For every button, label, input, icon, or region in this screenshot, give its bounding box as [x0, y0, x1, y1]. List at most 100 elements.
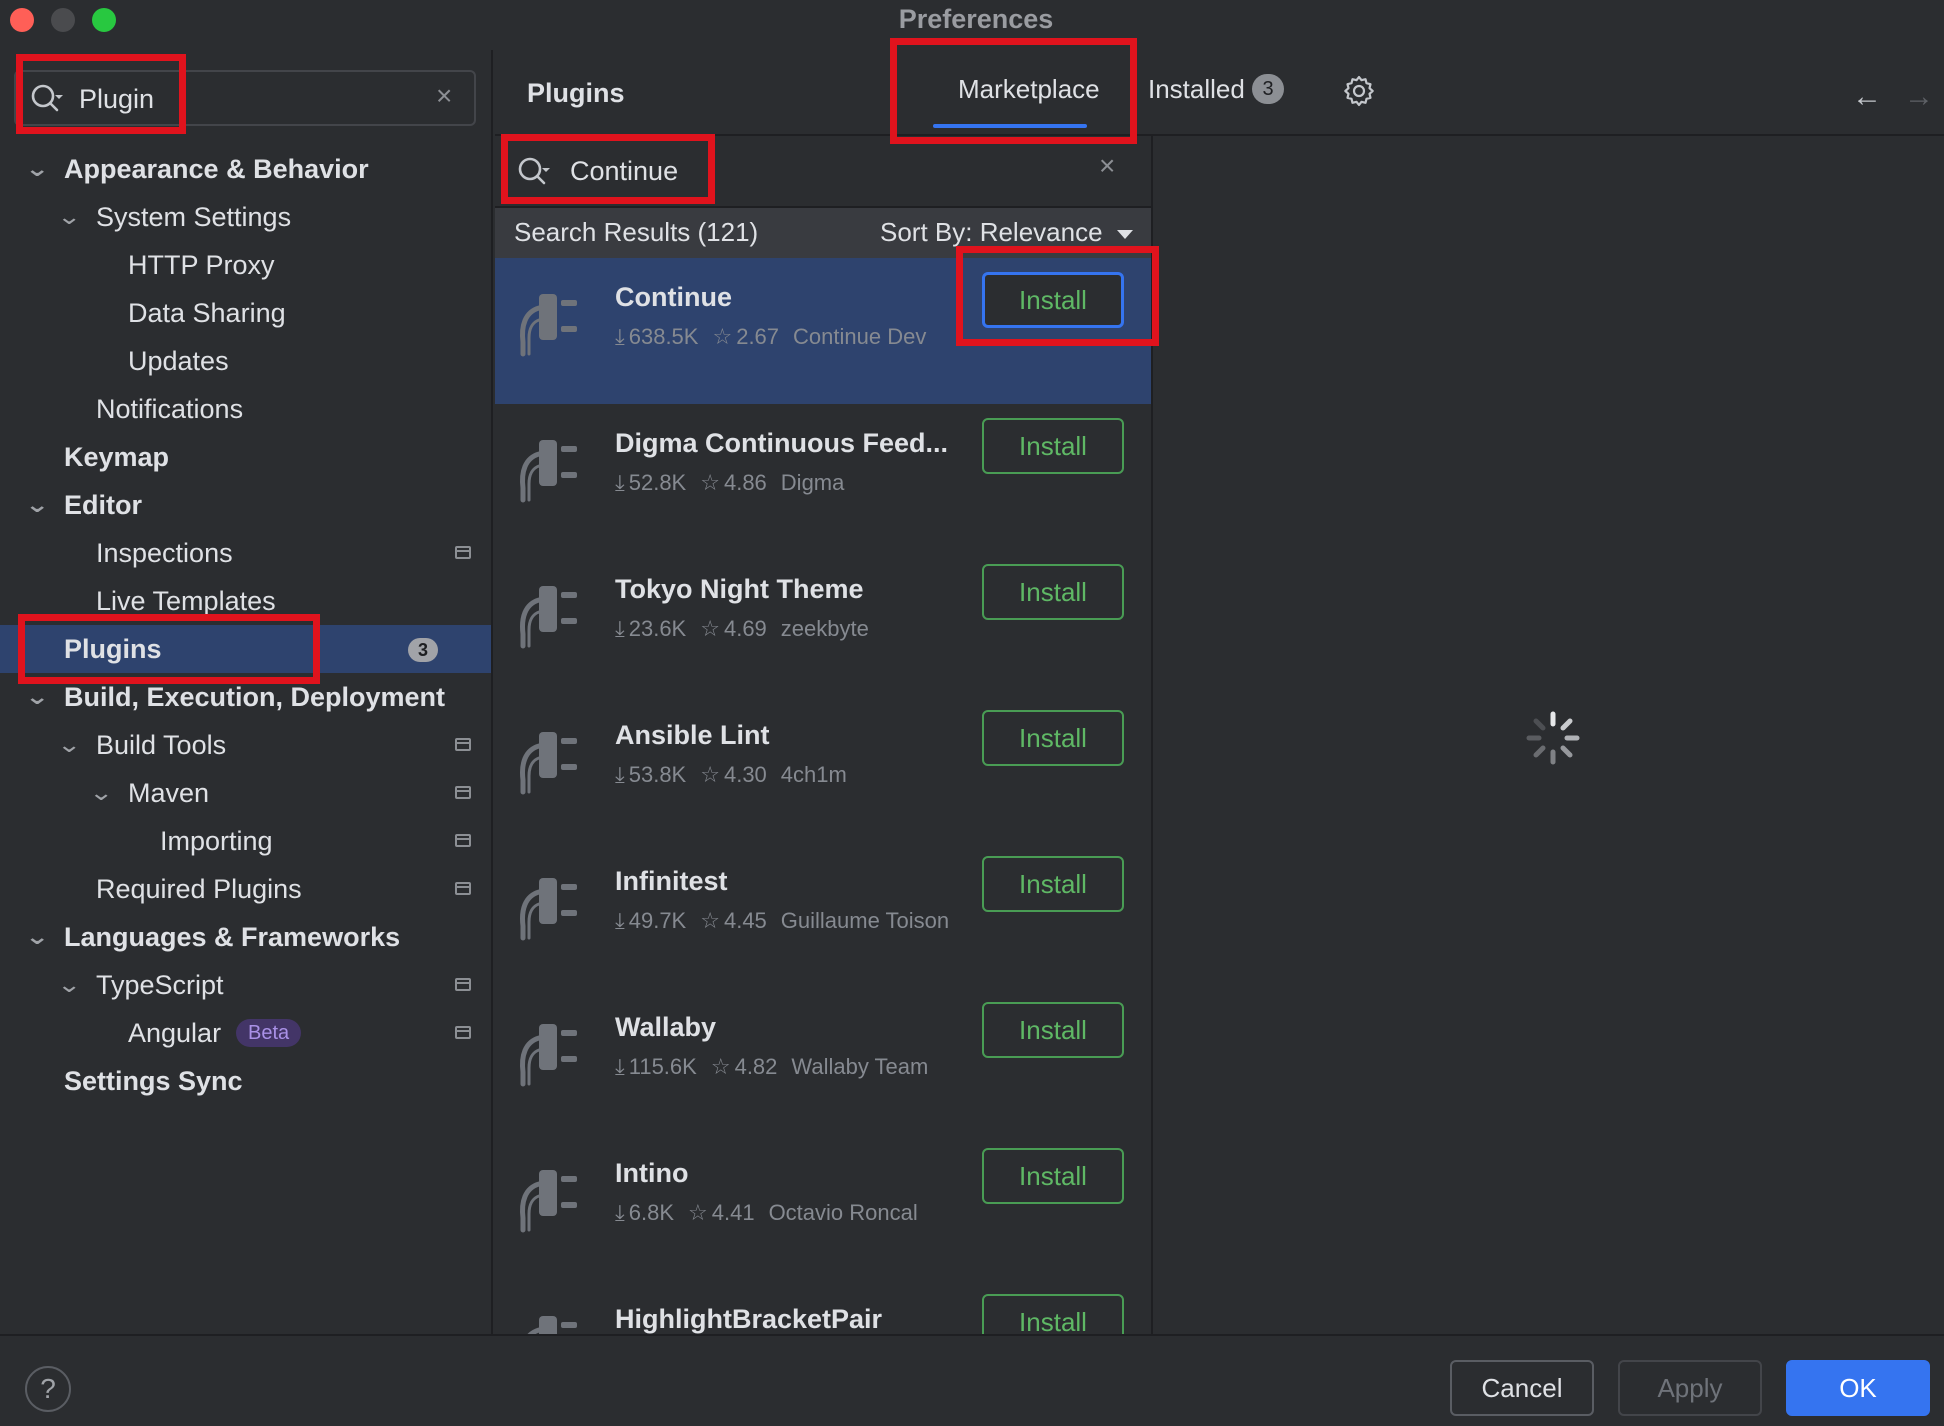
tree-item-angular[interactable]: Angular Beta — [0, 1009, 491, 1057]
plugin-rating: 4.45 — [723, 908, 767, 933]
tree-item-updates[interactable]: Updates — [0, 337, 491, 385]
cancel-button[interactable]: Cancel — [1450, 1360, 1594, 1416]
plugin-name: Tokyo Night Theme — [615, 574, 864, 604]
tree-item-build-execution-deployment[interactable]: ⌄ Build, Execution, Deployment — [0, 673, 491, 721]
plugin-icon — [520, 732, 577, 795]
plugin-row[interactable]: Continue ⤓ 638.5K ☆ 2.67 Continue Dev Install — [495, 258, 1151, 404]
clear-search-icon[interactable]: × — [1099, 150, 1115, 182]
tree-item-build-tools[interactable]: ⌄ Build Tools — [0, 721, 491, 769]
plugin-row[interactable]: Intino ⤓ 6.8K ☆ 4.41 Octavio Roncal Install — [495, 1134, 1151, 1280]
tree-item-label: Required Plugins — [96, 874, 302, 904]
tree-item-settings-sync[interactable]: Settings Sync — [0, 1057, 491, 1105]
tree-item-system-settings[interactable]: ⌄ System Settings — [0, 193, 491, 241]
plugin-icon — [520, 1024, 577, 1087]
results-header: Search Results (121) Sort By: Relevance — [495, 208, 1151, 258]
loading-spinner-icon — [1526, 711, 1580, 765]
plugin-row[interactable]: Tokyo Night Theme ⤓ 23.6K ☆ 4.69 zeekbyte Inst… — [495, 550, 1151, 696]
plugin-row[interactable]: Infinitest ⤓ 49.7K ☆ 4.45 Guillaume Toison Ins… — [495, 842, 1151, 988]
plugin-meta: ⤓ 6.8K ☆ 4.41 Octavio Roncal — [615, 1200, 922, 1226]
plugin-name: Intino — [615, 1158, 689, 1188]
tree-item-plugins[interactable]: Plugins 3 — [0, 625, 491, 673]
tree-item-notifications[interactable]: Notifications — [0, 385, 491, 433]
plugin-row[interactable]: Wallaby ⤓ 115.6K ☆ 4.82 Wallaby Team Install — [495, 988, 1151, 1134]
download-icon: ⤓ — [615, 1054, 625, 1079]
install-button[interactable]: Install — [982, 1148, 1124, 1204]
apply-button[interactable]: Apply — [1618, 1360, 1762, 1416]
clear-search-icon[interactable]: × — [436, 80, 452, 112]
plugin-list-panel: Continue × Search Results (121) Sort By:… — [495, 136, 1153, 1334]
ok-button[interactable]: OK — [1786, 1360, 1930, 1416]
download-icon: ⤓ — [615, 908, 625, 933]
plugin-name: Wallaby — [615, 1012, 717, 1042]
search-icon — [518, 157, 550, 185]
tree-item-importing[interactable]: Importing — [0, 817, 491, 865]
tree-item-keymap[interactable]: Keymap — [0, 433, 491, 481]
help-button[interactable]: ? — [25, 1366, 71, 1412]
plugin-meta: ⤓ 53.8K ☆ 4.30 4ch1m — [615, 762, 851, 788]
chevron-down-icon: ⌄ — [56, 732, 82, 757]
chevron-down-icon[interactable] — [1117, 230, 1133, 239]
tree-item-inspections[interactable]: Inspections — [0, 529, 491, 577]
tree-item-languages-frameworks[interactable]: ⌄ Languages & Frameworks — [0, 913, 491, 961]
tree-item-label: Maven — [128, 778, 210, 808]
tree-item-label: Keymap — [64, 442, 170, 472]
settings-search-input[interactable]: Plugin × — [14, 70, 476, 126]
project-scope-icon — [455, 978, 471, 991]
plugin-row[interactable]: HighlightBracketPair Install — [495, 1280, 1151, 1334]
plugin-downloads: 23.6K — [628, 616, 687, 641]
plugin-downloads: 638.5K — [628, 324, 699, 349]
plugin-rating: 4.69 — [723, 616, 767, 641]
install-button[interactable]: Install — [982, 272, 1124, 328]
tree-item-label: Angular — [128, 1018, 222, 1048]
tab-installed[interactable]: Installed — [1148, 74, 1245, 105]
back-arrow-icon[interactable]: ← — [1852, 80, 1882, 114]
sort-dropdown[interactable]: Sort By: Relevance — [880, 217, 1103, 248]
tree-item-live-templates[interactable]: Live Templates — [0, 577, 491, 625]
plugin-downloads: 6.8K — [628, 1200, 674, 1225]
project-scope-icon — [455, 786, 471, 799]
tab-marketplace[interactable]: Marketplace — [958, 74, 1100, 105]
chevron-down-icon: ⌄ — [88, 780, 114, 805]
plugin-row[interactable]: Ansible Lint ⤓ 53.8K ☆ 4.30 4ch1m Install — [495, 696, 1151, 842]
forward-arrow-icon[interactable]: → — [1904, 80, 1934, 114]
plugin-vendor: Wallaby Team — [791, 1054, 929, 1079]
plugin-rating: 4.30 — [723, 762, 767, 787]
plugin-rating: 4.82 — [734, 1054, 778, 1079]
marketplace-search-input[interactable]: Continue × — [495, 136, 1151, 208]
tree-item-data-sharing[interactable]: Data Sharing — [0, 289, 491, 337]
tree-item-label: Languages & Frameworks — [64, 922, 401, 952]
chevron-down-icon: ⌄ — [24, 156, 50, 181]
plugin-icon — [520, 440, 577, 503]
chevron-down-icon: ⌄ — [56, 972, 82, 997]
download-icon: ⤓ — [615, 762, 625, 787]
install-button[interactable]: Install — [982, 418, 1124, 474]
plugin-row[interactable]: Digma Continuous Feed... ⤓ 52.8K ☆ 4.86 Digma… — [495, 404, 1151, 550]
plugin-name: HighlightBracketPair — [615, 1304, 883, 1334]
download-icon: ⤓ — [615, 616, 625, 641]
tree-item-editor[interactable]: ⌄ Editor — [0, 481, 491, 529]
star-icon: ☆ — [700, 908, 720, 933]
download-icon: ⤓ — [615, 470, 625, 495]
tree-item-appearance-behavior[interactable]: ⌄ Appearance & Behavior — [0, 145, 491, 193]
tree-item-required-plugins[interactable]: Required Plugins — [0, 865, 491, 913]
tree-item-label: Plugins — [64, 634, 162, 664]
install-button[interactable]: Install — [982, 1002, 1124, 1058]
install-button[interactable]: Install — [982, 1294, 1124, 1334]
chevron-down-icon: ⌄ — [24, 492, 50, 517]
project-scope-icon — [455, 738, 471, 751]
project-scope-icon — [455, 1026, 471, 1039]
tree-item-typescript[interactable]: ⌄ TypeScript — [0, 961, 491, 1009]
tree-item-http-proxy[interactable]: HTTP Proxy — [0, 241, 491, 289]
gear-icon[interactable] — [1342, 74, 1376, 108]
star-icon: ☆ — [700, 616, 720, 641]
plugin-icon — [520, 586, 577, 649]
tree-item-label: Updates — [128, 346, 229, 376]
install-button[interactable]: Install — [982, 564, 1124, 620]
install-button[interactable]: Install — [982, 710, 1124, 766]
star-icon: ☆ — [700, 470, 720, 495]
settings-search-value: Plugin — [79, 84, 155, 114]
tree-item-maven[interactable]: ⌄ Maven — [0, 769, 491, 817]
install-button[interactable]: Install — [982, 856, 1124, 912]
plugin-icon — [520, 294, 577, 357]
plugin-downloads: 115.6K — [628, 1054, 697, 1079]
